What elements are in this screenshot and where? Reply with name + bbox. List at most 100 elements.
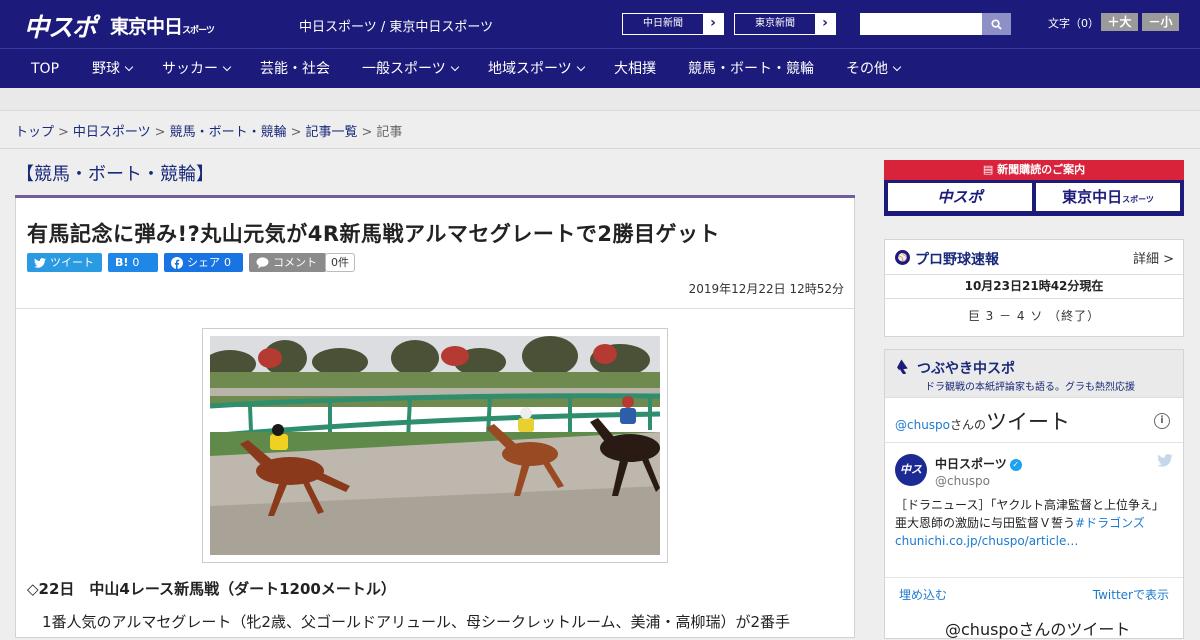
section-title: 【競馬・ボート・競輪】	[16, 164, 214, 185]
site-links[interactable]: 中日スポーツ / 東京中日スポーツ	[299, 16, 493, 35]
nav-item-label: 競馬・ボート・競輪	[688, 61, 814, 77]
chunichi-shimbun-link[interactable]: 中日新聞 ›	[622, 13, 724, 35]
divider	[16, 308, 854, 309]
chevron-down-icon	[576, 62, 585, 72]
twitter-icon	[34, 257, 46, 268]
nav-item-label: 一般スポーツ	[362, 61, 446, 77]
tsubuyaki-title: つぶやき中スポ	[917, 361, 1015, 377]
tweet-hashtag[interactable]: #ドラゴンズ	[1075, 516, 1145, 530]
nav-item-local-sports[interactable]: 地域スポーツ	[488, 49, 585, 89]
tokyo-chunichi-logo[interactable]: 東京中日スポーツ	[110, 12, 215, 39]
article-body: 1番人気のアルマセグレート（牝2歳、父ゴールドアリュール、母シークレットルーム、…	[42, 613, 791, 631]
baseball-scores-header: ⚾ プロ野球速報 詳細 >	[885, 240, 1183, 275]
baseball-scores-title: プロ野球速報	[915, 252, 999, 268]
facebook-count: 0	[224, 256, 231, 269]
tokyo-chunichi-logo-suffix: スポーツ	[182, 26, 215, 36]
tokyo-shimbun-link[interactable]: 東京新聞 ›	[734, 13, 836, 35]
subscription-banner-title: ▤ 新聞購読のご案内	[884, 160, 1184, 180]
newspaper-icon: ▤	[982, 163, 998, 176]
tweet-author-name[interactable]: 中日スポーツ ✓	[935, 455, 1022, 472]
nav-item-label: サッカー	[162, 61, 218, 77]
divider	[885, 577, 1183, 578]
article-photo[interactable]	[202, 328, 668, 563]
nav-item-soccer[interactable]: サッカー	[162, 49, 232, 89]
chuspo-subscribe-button[interactable]: 中スポ	[888, 183, 1032, 211]
tweet-author-handle[interactable]: @chuspo	[935, 474, 990, 488]
hatena-count: 0	[132, 256, 140, 269]
divider	[0, 148, 1200, 149]
tokyo-chunichi-subscribe-label: 東京中日	[1062, 188, 1123, 206]
breadcrumb-separator: >	[58, 125, 69, 140]
baseball-as-of: 10月23日21時42分現在	[885, 275, 1183, 299]
avatar[interactable]: 中スポ	[895, 454, 927, 508]
tsubuyaki-widget: つぶやき中スポ ドラ観戦の本紙評論家も語る。グラも熱烈応援 @chuspoさんの…	[884, 349, 1184, 639]
hatena-bookmark-button[interactable]: B! 0	[108, 253, 158, 272]
chuspo-logo[interactable]: 中スポ	[24, 8, 97, 44]
nav-item-label: 地域スポーツ	[488, 61, 572, 77]
twitter-timeline-header: @chuspoさんのツイート	[895, 406, 1070, 436]
nav-item-other[interactable]: その他	[846, 49, 902, 89]
info-icon[interactable]: i	[1154, 413, 1170, 429]
game-score[interactable]: 巨 3 － 4 ソ （終了）	[885, 299, 1183, 333]
twitter-bird-icon[interactable]	[1157, 454, 1173, 467]
nav-item-racing[interactable]: 競馬・ボート・競輪	[688, 49, 814, 89]
baseball-icon: ⚾	[895, 250, 910, 265]
breadcrumb-separator: >	[290, 125, 302, 140]
nav-item-top[interactable]: TOP	[31, 49, 59, 89]
tweet-text: ［ドラニュース］「ヤクルト高津監督と上位争え」亜大恩師の激励に与田監督Ｖ誓う#ド…	[895, 496, 1175, 550]
site-header: 中スポ 東京中日スポーツ 中日スポーツ / 東京中日スポーツ 中日新聞 › 東京…	[0, 0, 1200, 48]
nav-item-baseball[interactable]: 野球	[92, 49, 134, 89]
subscription-banner[interactable]: ▤ 新聞購読のご案内 中スポ 東京中日スポーツ	[884, 160, 1184, 216]
tokyo-shimbun-label: 東京新聞	[735, 14, 815, 34]
comment-button[interactable]: コメント	[249, 253, 326, 272]
share-buttons: ツイート B! 0 シェア 0 コメント 0件	[27, 253, 355, 272]
twitter-header-title: ツイート	[986, 410, 1071, 434]
article: 有馬記念に弾み!?丸山元気が4R新馬戦アルマセグレートで2勝目ゲット ツイート …	[15, 198, 855, 638]
divider	[885, 442, 1183, 443]
chevron-right-icon: ›	[710, 15, 716, 31]
tokyo-chunichi-subscribe-button[interactable]: 東京中日スポーツ	[1036, 183, 1180, 211]
breadcrumb-current: 記事	[376, 125, 403, 140]
nav-item-label: 野球	[92, 61, 120, 77]
main-nav: TOP 野球 サッカー 芸能・社会 一般スポーツ 地域スポーツ 大相撲 競馬・ボ…	[0, 48, 1200, 88]
nav-item-label: 大相撲	[614, 61, 656, 77]
comment-count: 0件	[325, 253, 355, 272]
tweet-button[interactable]: ツイート	[27, 253, 102, 272]
nav-item-label: TOP	[31, 61, 60, 77]
nav-item-general-sports[interactable]: 一般スポーツ	[362, 49, 459, 89]
chevron-down-icon	[124, 62, 134, 72]
twitter-handle-link[interactable]: @chuspo	[895, 418, 950, 432]
breadcrumb: トップ > 中日スポーツ > 競馬・ボート・競輪 > 記事一覧 > 記事	[15, 121, 402, 140]
tsubuyaki-subtitle: ドラ観戦の本紙評論家も語る。グラも熱烈応援	[925, 382, 1135, 393]
horse-race-photo	[210, 336, 660, 555]
baseball-scores-widget: ⚾ プロ野球速報 詳細 > 10月23日21時42分現在 巨 3 － 4 ソ （…	[884, 239, 1184, 337]
search-button[interactable]	[982, 13, 1011, 35]
megaphone-icon	[897, 359, 908, 374]
breadcrumb-top[interactable]: トップ	[15, 125, 54, 140]
facebook-share-button[interactable]: シェア 0	[164, 253, 243, 272]
nav-item-label: その他	[846, 61, 888, 77]
tweet-label: ツイート	[50, 256, 94, 269]
search-input[interactable]	[860, 13, 983, 35]
search-icon	[991, 18, 1002, 30]
tweet-link[interactable]: chunichi.co.jp/chuspo/article…	[895, 534, 1078, 548]
article-headline: 有馬記念に弾み!?丸山元気が4R新馬戦アルマセグレートで2勝目ゲット	[27, 222, 720, 246]
breadcrumb-separator: >	[361, 125, 373, 140]
embed-link[interactable]: 埋め込む	[899, 586, 947, 603]
font-larger-button[interactable]: ＋大	[1101, 13, 1138, 31]
nav-item-entertainment[interactable]: 芸能・社会	[260, 49, 330, 89]
chevron-right-icon: ›	[822, 15, 828, 31]
breadcrumb-chunichi-sports[interactable]: 中日スポーツ	[73, 125, 151, 140]
breadcrumb-racing[interactable]: 競馬・ボート・競輪	[170, 125, 287, 140]
facebook-share-label: シェア	[187, 256, 220, 269]
nav-item-sumo[interactable]: 大相撲	[614, 49, 656, 89]
chevron-down-icon	[892, 62, 902, 72]
view-on-twitter-link[interactable]: Twitterで表示	[1093, 586, 1169, 603]
baseball-detail-link[interactable]: 詳細 >	[1133, 248, 1174, 267]
sub-nav-strip	[0, 88, 1200, 111]
speech-bubble-icon	[256, 256, 269, 268]
font-smaller-button[interactable]: －小	[1142, 13, 1179, 31]
chevron-down-icon	[222, 62, 232, 72]
facebook-icon	[171, 256, 183, 269]
breadcrumb-article-list[interactable]: 記事一覧	[306, 125, 358, 140]
